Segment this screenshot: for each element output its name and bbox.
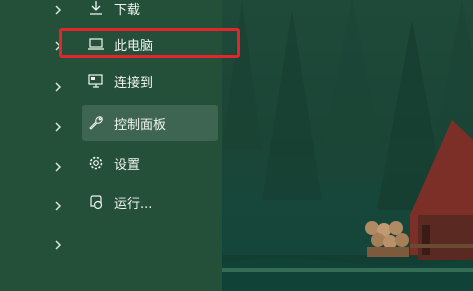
download-icon xyxy=(87,0,105,17)
chevron-right-icon[interactable] xyxy=(52,200,64,212)
menu-item-this-pc[interactable]: 此电脑 xyxy=(82,26,218,62)
menu-item-downloads[interactable]: 下载 xyxy=(82,0,218,26)
chevron-right-icon[interactable] xyxy=(52,121,64,133)
wrench-icon xyxy=(87,114,105,132)
menu-item-settings[interactable]: 设置 xyxy=(82,145,218,181)
desktop-wallpaper xyxy=(222,0,473,291)
laptop-icon xyxy=(87,35,105,53)
chevron-right-icon[interactable] xyxy=(52,239,64,251)
menu-item-control-panel[interactable]: 控制面板 xyxy=(82,105,218,141)
menu-item-label: 连接到 xyxy=(114,75,154,91)
chevron-right-icon[interactable] xyxy=(52,4,64,16)
menu-item-connect-to[interactable]: 连接到 xyxy=(82,63,218,99)
chevron-right-icon[interactable] xyxy=(52,161,64,173)
chevron-right-icon[interactable] xyxy=(52,81,64,93)
menu-item-label: 设置 xyxy=(114,157,141,173)
gear-icon xyxy=(87,154,105,172)
menu-item-label: 下载 xyxy=(114,2,141,18)
menu-item-label: 运行... xyxy=(114,196,153,212)
chevron-right-icon[interactable] xyxy=(52,40,64,52)
run-icon xyxy=(87,193,105,211)
menu-item-label: 控制面板 xyxy=(114,117,167,133)
forest-scene xyxy=(222,0,473,291)
start-menu-pane: 下载 此电脑 连接到 控制面板 设置 运行... xyxy=(0,0,240,291)
menu-item-run[interactable]: 运行... xyxy=(82,184,218,220)
connect-icon xyxy=(87,72,105,90)
menu-item-label: 此电脑 xyxy=(114,38,154,54)
